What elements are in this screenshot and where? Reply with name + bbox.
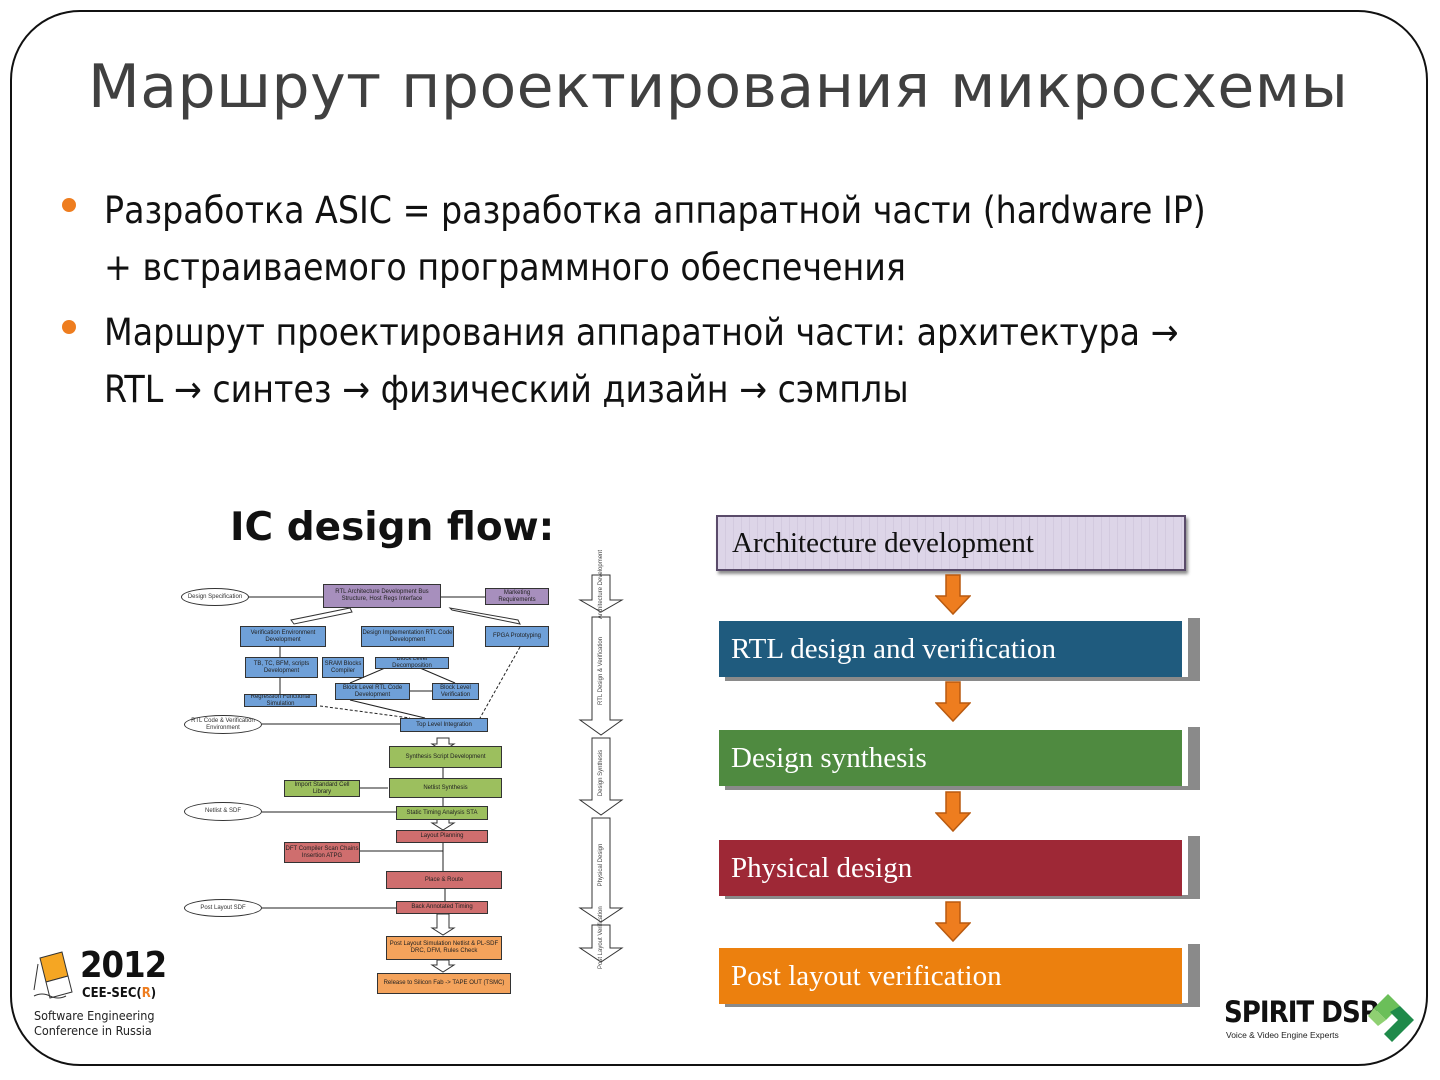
conference-mark: R bbox=[141, 986, 151, 1001]
box-back-annot: Back Annotated Timing bbox=[396, 901, 488, 914]
step-shadow bbox=[1188, 944, 1200, 1007]
conference-tagline-line: Conference in Russia bbox=[34, 1023, 152, 1038]
conference-tagline: Software Engineering Conference in Russi… bbox=[34, 1008, 155, 1038]
box-synth-script: Synthesis Script Development bbox=[389, 746, 502, 768]
side-stage-label: Design Synthesis bbox=[598, 749, 604, 797]
box-design-impl: Design Implementation RTL Code Developme… bbox=[361, 626, 454, 647]
box-layout-plan: Layout Planning bbox=[396, 830, 488, 843]
side-stage-label: Post Layout Verification bbox=[598, 906, 604, 969]
bullet-dot-icon bbox=[62, 320, 76, 334]
box-block-decomp: Block Level Decomposition bbox=[375, 657, 449, 669]
company-tagline: Voice & Video Engine Experts bbox=[1226, 1030, 1339, 1040]
box-netlist-synth: Netlist Synthesis bbox=[389, 778, 502, 798]
side-stage-label: RTL Design & Verification bbox=[598, 636, 604, 706]
box-import-lib: Import Standard Cell Library bbox=[284, 780, 360, 797]
slide-title: Маршрут проектирования микросхемы bbox=[88, 52, 1349, 122]
ic-flow-heading: IC design flow: bbox=[230, 505, 555, 550]
step-shadow bbox=[1188, 727, 1200, 790]
oval-rtl-code: RTL Code & Verification Environment bbox=[184, 715, 262, 734]
down-arrow-icon bbox=[935, 901, 971, 943]
bullet-list: Разработка ASIC = разработка аппаратной … bbox=[60, 182, 1400, 426]
box-regression: Regression Functional Simulation bbox=[244, 694, 317, 707]
box-dft: DFT Compiler Scan Chains Insertion ATPG bbox=[284, 842, 360, 863]
bullet-line: Разработка ASIC = разработка аппаратной … bbox=[104, 189, 1206, 232]
bullet-item: Разработка ASIC = разработка аппаратной … bbox=[60, 182, 1400, 296]
down-arrow-icon bbox=[935, 681, 971, 723]
box-block-rtl: Block Level RTL Code Development bbox=[335, 683, 410, 700]
down-arrow-icon bbox=[935, 574, 971, 616]
box-post-layout-sim: Post Layout Simulation Netlist & PL-SDF … bbox=[386, 936, 502, 960]
side-stage-label: Physical Design bbox=[598, 843, 604, 887]
oval-design-spec: Design Specification bbox=[181, 588, 249, 606]
step-shadow bbox=[1188, 836, 1200, 899]
conference-year: 2012 bbox=[80, 945, 167, 986]
bullet-line: + встраиваемого программного обеспечения bbox=[104, 246, 906, 289]
box-marketing: Marketing Requirements bbox=[485, 588, 549, 605]
box-place-route: Place & Route bbox=[386, 871, 502, 889]
company-mark-icon bbox=[1368, 994, 1414, 1042]
side-stage-label: Architecture Development bbox=[598, 549, 604, 619]
box-rtl-architecture: RTL Architecture Development Bus Structu… bbox=[323, 584, 441, 608]
conference-name: CEE-SEC(R) bbox=[82, 986, 157, 1001]
oval-post-layout-sdf: Post Layout SDF bbox=[184, 899, 262, 917]
book-icon bbox=[33, 951, 73, 999]
bullet-item: Маршрут проектирования аппаратной части:… bbox=[60, 304, 1400, 418]
bullet-line: Маршрут проектирования аппаратной части:… bbox=[104, 311, 1179, 354]
box-release: Release to Silicon Fab -> TAPE OUT (TSMC… bbox=[377, 973, 511, 994]
conference-logo: 2012 CEE-SEC(R) Software Engineering Con… bbox=[32, 946, 167, 1048]
box-top-level: Top Level Integration bbox=[400, 718, 488, 732]
step-physical: Physical design bbox=[719, 840, 1182, 896]
step-rtl: RTL design and verification bbox=[719, 621, 1182, 677]
box-sram: SRAM Blocks Compiler bbox=[322, 657, 364, 678]
box-sta: Static Timing Analysis STA bbox=[396, 806, 488, 820]
box-verif-env: Verification Environment Development bbox=[240, 626, 326, 647]
bullet-line: RTL → синтез → физический дизайн → сэмпл… bbox=[104, 368, 909, 411]
company-name: SPIRIT DSP bbox=[1224, 995, 1379, 1029]
step-post-layout: Post layout verification bbox=[719, 948, 1182, 1004]
conference-name-text: CEE-SEC bbox=[82, 986, 137, 1001]
oval-netlist-sdf: Netlist & SDF bbox=[184, 802, 262, 821]
conference-tagline-line: Software Engineering bbox=[34, 1008, 155, 1023]
box-block-verif: Block Level Verification bbox=[432, 683, 479, 700]
box-tb-scripts: TB, TC, BFM, scripts Development bbox=[245, 657, 318, 678]
step-synthesis: Design synthesis bbox=[719, 730, 1182, 786]
step-architecture: Architecture development bbox=[716, 515, 1186, 571]
company-logo: SPIRIT DSP Voice & Video Engine Experts bbox=[1222, 990, 1422, 1050]
step-shadow bbox=[725, 786, 1200, 790]
box-fpga: FPGA Prototyping bbox=[485, 626, 549, 647]
down-arrow-icon bbox=[935, 791, 971, 833]
step-shadow bbox=[1188, 618, 1200, 681]
bullet-dot-icon bbox=[62, 198, 76, 212]
